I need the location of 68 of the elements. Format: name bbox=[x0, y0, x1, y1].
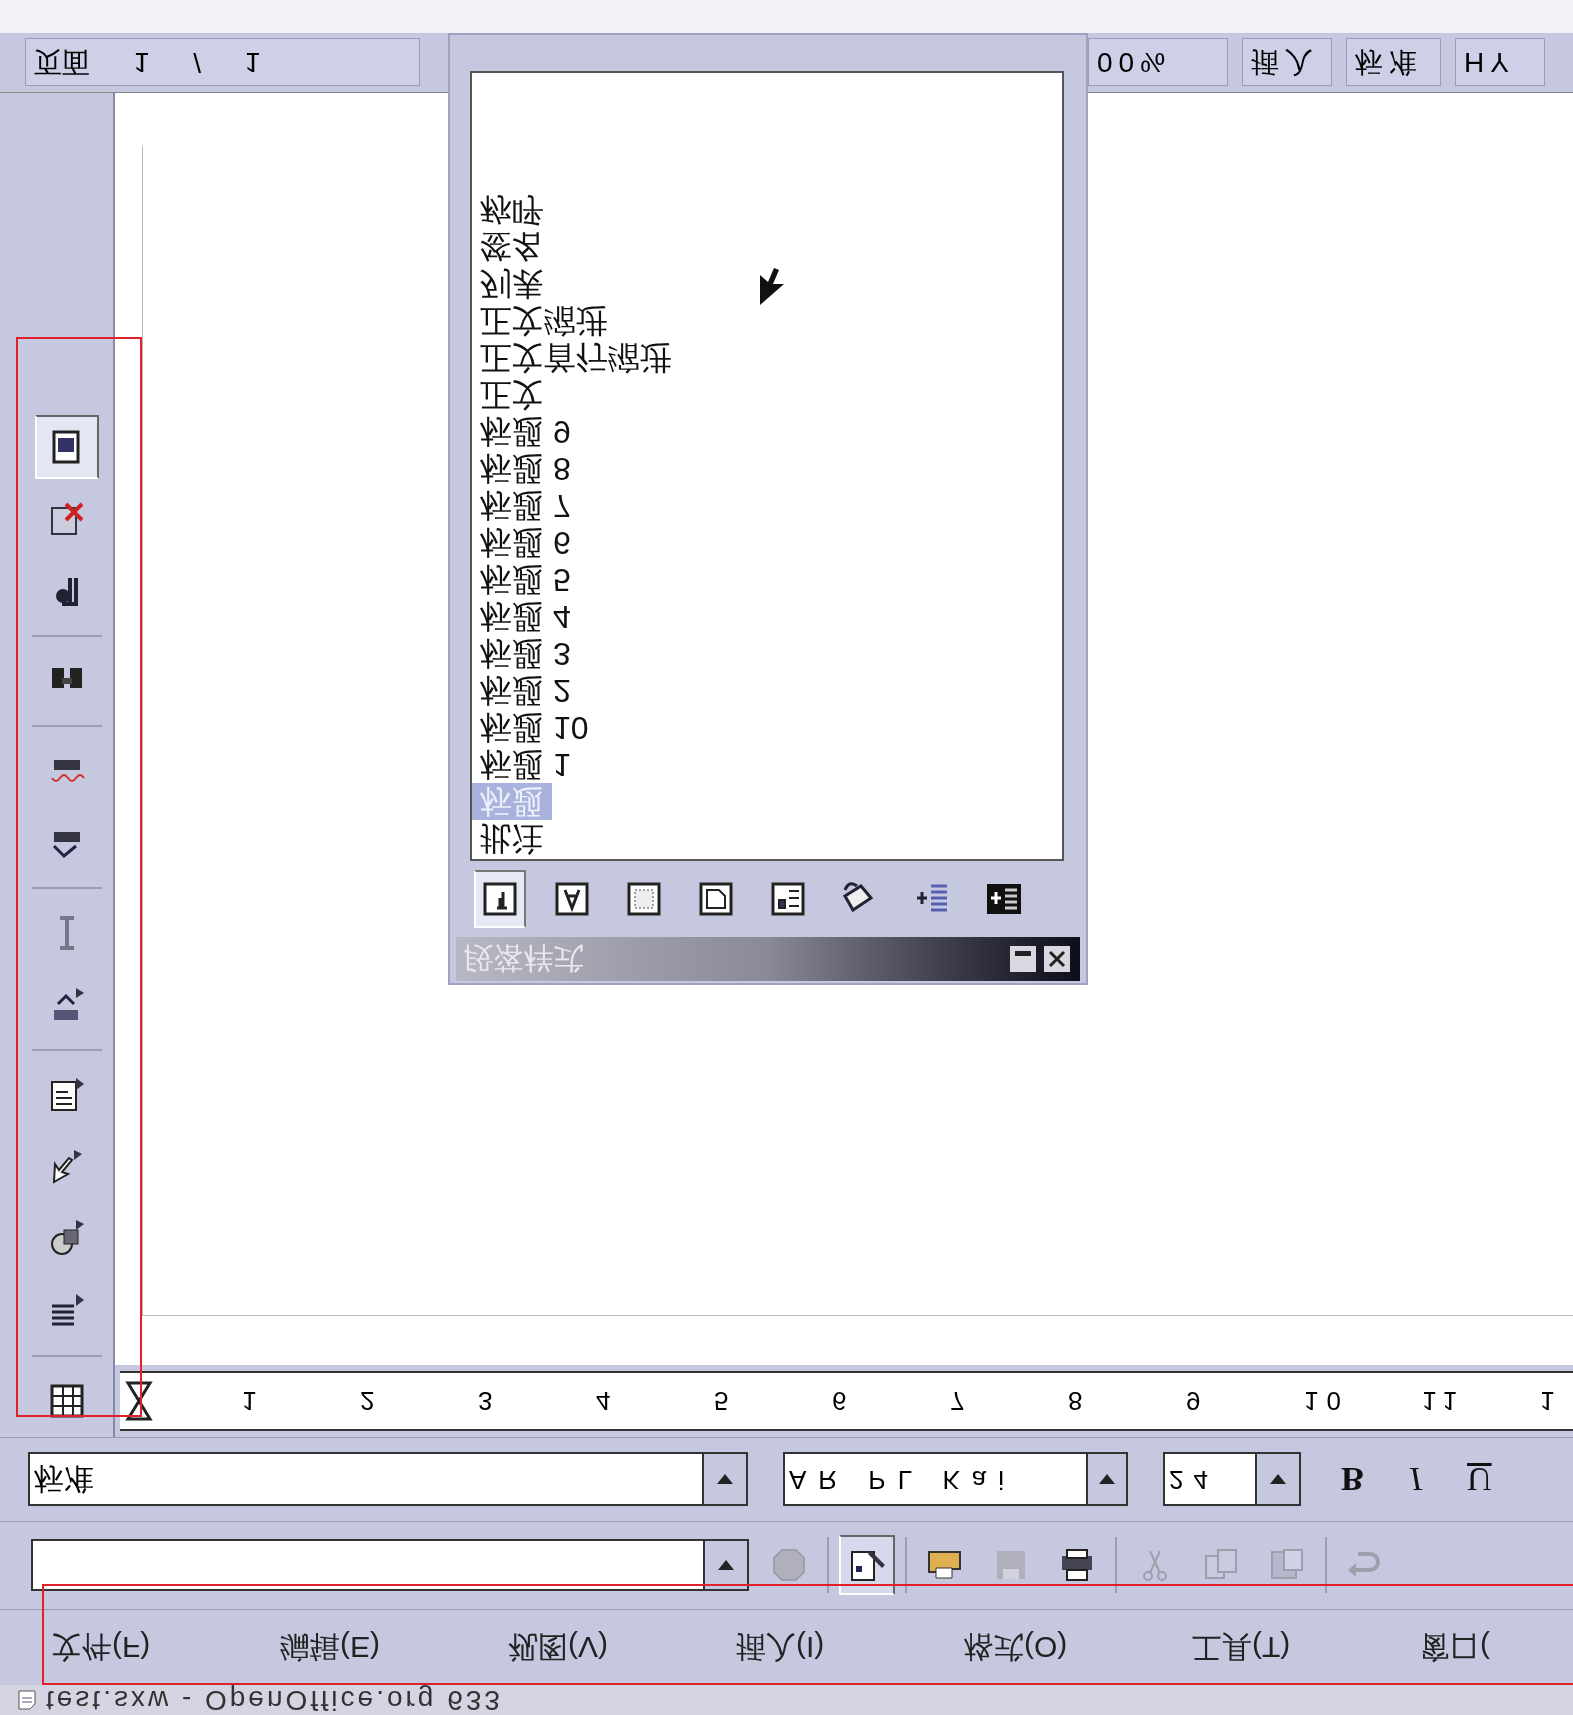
underline-button[interactable]: U bbox=[1467, 1454, 1492, 1505]
paragraph-style-button[interactable] bbox=[474, 870, 526, 928]
status-field: HY bbox=[1455, 38, 1545, 87]
caret-icon bbox=[1269, 1473, 1287, 1486]
style-item[interactable]: 正文 bbox=[472, 376, 552, 413]
menu-item[interactable]: 视图(V) bbox=[508, 1625, 736, 1670]
style-item[interactable]: 标题 1 bbox=[472, 746, 579, 783]
style-item[interactable]: 标题 8 bbox=[472, 450, 579, 487]
ruler-number: 11 bbox=[1422, 1385, 1466, 1419]
close-icon[interactable] bbox=[1044, 946, 1070, 972]
style-item[interactable]: 标题 3 bbox=[472, 635, 579, 672]
edit-document-button[interactable] bbox=[839, 1535, 895, 1596]
menu-item[interactable]: 工具(T) bbox=[1192, 1625, 1420, 1670]
status-field: 插入 bbox=[1242, 38, 1332, 87]
dropdown-button[interactable] bbox=[702, 1454, 746, 1505]
ruler-number: 5 bbox=[714, 1385, 738, 1419]
paragraph-style-icon bbox=[481, 880, 519, 918]
style-item[interactable]: 标题 9 bbox=[472, 413, 579, 450]
font-name-field[interactable]: AR PL Kai bbox=[783, 1452, 1128, 1507]
style-item[interactable]: 称呼 bbox=[472, 191, 552, 228]
paragraph-style-field[interactable]: 标准 bbox=[28, 1452, 748, 1507]
style-item[interactable]: 正文缩进 bbox=[472, 302, 616, 339]
menu-item[interactable]: 窗口( bbox=[1420, 1625, 1573, 1670]
ruler-number: 10 bbox=[1304, 1385, 1350, 1419]
character-style-icon bbox=[553, 880, 591, 918]
ruler-number: 6 bbox=[832, 1385, 856, 1419]
ruler-number: 1 bbox=[242, 1385, 266, 1419]
bold-button[interactable]: B bbox=[1341, 1454, 1364, 1505]
page-indicator: 页面 1 / 1 bbox=[33, 46, 261, 81]
style-item[interactable]: 列表 bbox=[472, 265, 552, 302]
style-item[interactable]: 标题 4 bbox=[472, 598, 579, 635]
caret-icon bbox=[716, 1473, 734, 1486]
url-field[interactable] bbox=[31, 1539, 749, 1592]
italic-button[interactable]: I bbox=[1409, 1454, 1421, 1505]
menu-item[interactable]: 文件(F) bbox=[52, 1625, 280, 1670]
menu-item[interactable]: 插入(I) bbox=[736, 1625, 964, 1670]
document-button[interactable] bbox=[34, 415, 99, 479]
page-style-icon bbox=[697, 880, 735, 918]
dropdown-button[interactable] bbox=[703, 1541, 747, 1590]
dropdown-button[interactable] bbox=[1086, 1454, 1126, 1505]
style-item[interactable]: 批注 bbox=[472, 820, 552, 857]
style-item[interactable]: 标题 10 bbox=[472, 709, 597, 746]
style-item[interactable]: 签名 bbox=[472, 228, 552, 265]
ruler-number: 4 bbox=[596, 1385, 620, 1419]
caret-icon bbox=[1098, 1473, 1116, 1486]
tab-stop-icon[interactable] bbox=[124, 1381, 154, 1421]
status-field: 00% bbox=[1088, 38, 1228, 87]
document-icon bbox=[16, 1689, 38, 1711]
menu-item[interactable]: 格式(O) bbox=[964, 1625, 1192, 1670]
dropdown-button[interactable] bbox=[1255, 1454, 1299, 1505]
ruler-number: 9 bbox=[1186, 1385, 1210, 1419]
style-item[interactable]: 标题 2 bbox=[472, 672, 579, 709]
list-style-icon bbox=[769, 880, 807, 918]
style-item[interactable]: 标题 6 bbox=[472, 524, 579, 561]
ruler-number: 1 bbox=[1540, 1385, 1564, 1419]
style-item[interactable]: 标题 7 bbox=[472, 487, 579, 524]
status-field: 标准 bbox=[1346, 38, 1441, 87]
style-item[interactable]: 标题 5 bbox=[472, 561, 579, 598]
ruler-number: 3 bbox=[478, 1385, 502, 1419]
font-size-field[interactable]: 24 bbox=[1163, 1452, 1301, 1507]
caret-icon bbox=[717, 1559, 735, 1572]
frame-style-icon bbox=[625, 880, 663, 918]
style-item[interactable]: 正文首行缩进 bbox=[472, 339, 680, 376]
ruler-number: 7 bbox=[950, 1385, 974, 1419]
menu-item[interactable]: 编辑(E) bbox=[280, 1625, 508, 1670]
minimize-icon[interactable] bbox=[1010, 946, 1036, 972]
ruler-number: 8 bbox=[1068, 1385, 1092, 1419]
ruler-number: 2 bbox=[360, 1385, 384, 1419]
